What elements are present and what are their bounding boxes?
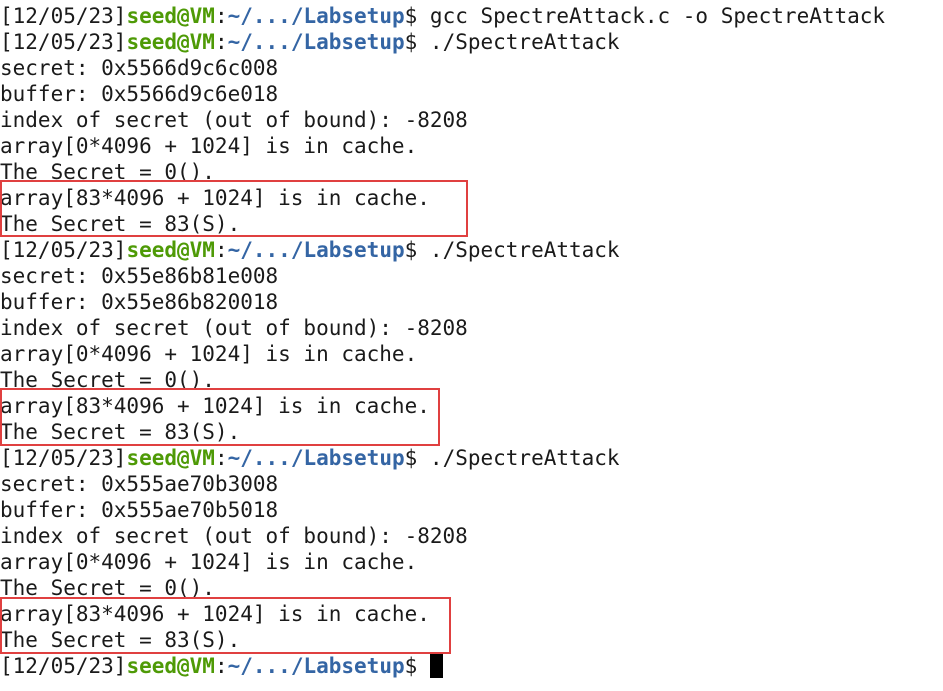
output-line: secret: 0x555ae70b3008 bbox=[0, 471, 943, 497]
cursor bbox=[429, 654, 443, 678]
output-line: array[0*4096 + 1024] is in cache. bbox=[0, 133, 943, 159]
command-text: ./SpectreAttack bbox=[429, 446, 620, 470]
prompt-symbol: $ bbox=[404, 4, 430, 28]
prompt-separator: : bbox=[214, 446, 228, 470]
prompt-path: ~/.../Labsetup bbox=[227, 446, 405, 470]
prompt-line: [12/05/23]seed@VM:~/.../Labsetup$ bbox=[0, 653, 943, 679]
prompt-line: [12/05/23]seed@VM:~/.../Labsetup$ ./Spec… bbox=[0, 237, 943, 263]
output-text: index of secret (out of bound): -8208 bbox=[0, 108, 468, 132]
prompt-date: [12/05/23] bbox=[0, 4, 127, 28]
output-line: The Secret = 0(). bbox=[0, 575, 943, 601]
prompt-path: ~/.../Labsetup bbox=[227, 238, 405, 262]
output-line: array[83*4096 + 1024] is in cache. bbox=[0, 393, 943, 419]
output-text: The Secret = 83(S). bbox=[0, 420, 241, 444]
output-line: buffer: 0x5566d9c6e018 bbox=[0, 81, 943, 107]
output-text: index of secret (out of bound): -8208 bbox=[0, 524, 468, 548]
output-text: array[83*4096 + 1024] is in cache. bbox=[0, 394, 430, 418]
output-text: The Secret = 83(S). bbox=[0, 212, 241, 236]
command-text: ./SpectreAttack bbox=[429, 30, 620, 54]
output-text: secret: 0x555ae70b3008 bbox=[0, 472, 279, 496]
prompt-line: [12/05/23]seed@VM:~/.../Labsetup$ gcc Sp… bbox=[0, 3, 943, 29]
output-text: array[83*4096 + 1024] is in cache. bbox=[0, 602, 430, 626]
prompt-separator: : bbox=[214, 654, 228, 678]
output-line: secret: 0x55e86b81e008 bbox=[0, 263, 943, 289]
output-line: buffer: 0x555ae70b5018 bbox=[0, 497, 943, 523]
output-text: buffer: 0x555ae70b5018 bbox=[0, 498, 279, 522]
prompt-symbol: $ bbox=[404, 446, 430, 470]
prompt-symbol: $ bbox=[404, 654, 430, 678]
prompt-user: seed@VM bbox=[126, 4, 215, 28]
prompt-symbol: $ bbox=[404, 30, 430, 54]
output-line: array[0*4096 + 1024] is in cache. bbox=[0, 341, 943, 367]
output-text: array[0*4096 + 1024] is in cache. bbox=[0, 550, 418, 574]
output-text: The Secret = 83(S). bbox=[0, 628, 241, 652]
output-text: array[0*4096 + 1024] is in cache. bbox=[0, 342, 418, 366]
prompt-date: [12/05/23] bbox=[0, 30, 127, 54]
output-line: The Secret = 83(S). bbox=[0, 419, 943, 445]
prompt-path: ~/.../Labsetup bbox=[227, 654, 405, 678]
output-text: buffer: 0x5566d9c6e018 bbox=[0, 82, 279, 106]
prompt-date: [12/05/23] bbox=[0, 654, 127, 678]
output-line: array[0*4096 + 1024] is in cache. bbox=[0, 549, 943, 575]
output-text: secret: 0x55e86b81e008 bbox=[0, 264, 279, 288]
prompt-line: [12/05/23]seed@VM:~/.../Labsetup$ ./Spec… bbox=[0, 445, 943, 471]
output-text: The Secret = 0(). bbox=[0, 160, 215, 184]
prompt-separator: : bbox=[214, 30, 228, 54]
prompt-date: [12/05/23] bbox=[0, 238, 127, 262]
output-text: The Secret = 0(). bbox=[0, 576, 215, 600]
output-text: index of secret (out of bound): -8208 bbox=[0, 316, 468, 340]
output-text: secret: 0x5566d9c6c008 bbox=[0, 56, 279, 80]
output-line: index of secret (out of bound): -8208 bbox=[0, 523, 943, 549]
output-line: The Secret = 83(S). bbox=[0, 627, 943, 653]
output-text: array[0*4096 + 1024] is in cache. bbox=[0, 134, 418, 158]
output-line: index of secret (out of bound): -8208 bbox=[0, 315, 943, 341]
output-line: array[83*4096 + 1024] is in cache. bbox=[0, 601, 943, 627]
command-text: ./SpectreAttack bbox=[429, 238, 620, 262]
prompt-symbol: $ bbox=[404, 238, 430, 262]
output-text: buffer: 0x55e86b820018 bbox=[0, 290, 279, 314]
output-text: The Secret = 0(). bbox=[0, 368, 215, 392]
prompt-separator: : bbox=[214, 238, 228, 262]
output-line: The Secret = 83(S). bbox=[0, 211, 943, 237]
prompt-path: ~/.../Labsetup bbox=[227, 30, 405, 54]
prompt-user: seed@VM bbox=[126, 446, 215, 470]
command-text: gcc SpectreAttack.c -o SpectreAttack bbox=[429, 4, 886, 28]
prompt-user: seed@VM bbox=[126, 30, 215, 54]
prompt-date: [12/05/23] bbox=[0, 446, 127, 470]
terminal-output[interactable]: [12/05/23]seed@VM:~/.../Labsetup$ gcc Sp… bbox=[0, 0, 943, 691]
output-line: The Secret = 0(). bbox=[0, 159, 943, 185]
prompt-user: seed@VM bbox=[126, 238, 215, 262]
prompt-path: ~/.../Labsetup bbox=[227, 4, 405, 28]
output-line: buffer: 0x55e86b820018 bbox=[0, 289, 943, 315]
output-line: The Secret = 0(). bbox=[0, 367, 943, 393]
prompt-line: [12/05/23]seed@VM:~/.../Labsetup$ ./Spec… bbox=[0, 29, 943, 55]
prompt-separator: : bbox=[214, 4, 228, 28]
output-line: secret: 0x5566d9c6c008 bbox=[0, 55, 943, 81]
output-text: array[83*4096 + 1024] is in cache. bbox=[0, 186, 430, 210]
output-line: index of secret (out of bound): -8208 bbox=[0, 107, 943, 133]
output-line: array[83*4096 + 1024] is in cache. bbox=[0, 185, 943, 211]
prompt-user: seed@VM bbox=[126, 654, 215, 678]
